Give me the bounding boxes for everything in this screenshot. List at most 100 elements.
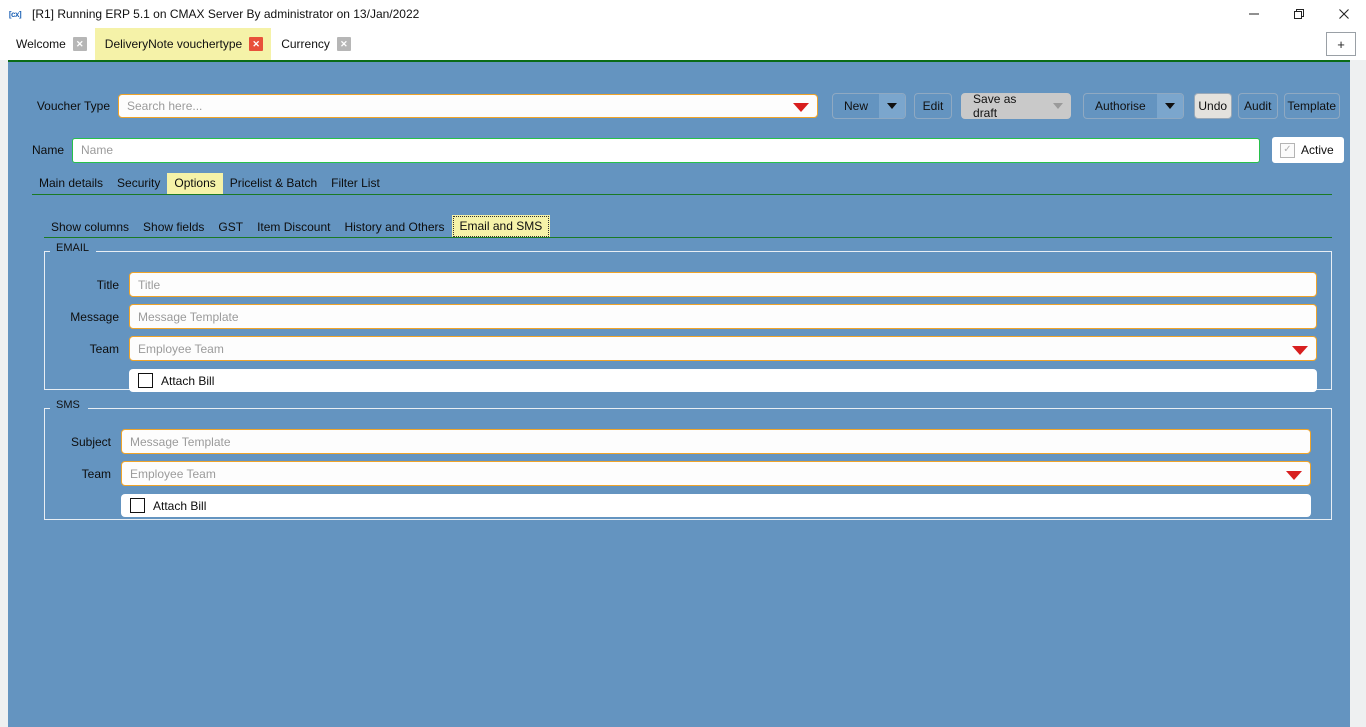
new-split-button[interactable]: New (832, 93, 906, 119)
close-icon[interactable] (1321, 0, 1366, 28)
chevron-down-icon[interactable] (793, 103, 809, 112)
sms-subject-label: Subject (45, 435, 111, 449)
tab-history-and-others[interactable]: History and Others (337, 217, 451, 238)
authorise-split-button[interactable]: Authorise (1083, 93, 1184, 119)
name-input[interactable]: Name (72, 138, 1260, 163)
email-message-row: Message Message Template (45, 304, 1331, 329)
email-team-row: Team Employee Team (45, 336, 1331, 361)
sms-group-box: SMS Subject Message Template Team Employ… (44, 408, 1332, 520)
sms-attach-bill-label: Attach Bill (153, 499, 206, 513)
sms-attach-row: Attach Bill (121, 494, 1311, 517)
doc-tab-label: Welcome (16, 37, 66, 51)
voucher-type-placeholder: Search here... (127, 99, 202, 113)
email-attach-bill-row[interactable]: Attach Bill (129, 369, 1317, 392)
group-border-left (45, 408, 50, 409)
maximize-icon[interactable] (1276, 0, 1321, 28)
add-tab-button[interactable]: + (1326, 32, 1356, 56)
document-tab-strip: Welcome ✕ DeliveryNote vouchertype ✕ Cur… (0, 28, 1366, 60)
voucher-type-form: Voucher Type Search here... New Edit Sav… (8, 60, 1350, 727)
email-title-row: Title Title (45, 272, 1331, 297)
group-border-right (88, 408, 1331, 409)
tab-item-discount[interactable]: Item Discount (250, 217, 337, 238)
doc-tab-welcome[interactable]: Welcome ✕ (6, 28, 95, 60)
email-attach-bill-checkbox[interactable] (138, 373, 153, 388)
email-message-placeholder: Message Template (138, 310, 239, 324)
active-label: Active (1301, 143, 1334, 157)
doc-tab-label: DeliveryNote vouchertype (105, 37, 242, 51)
close-icon[interactable]: ✕ (249, 37, 263, 51)
chevron-down-icon[interactable] (1292, 346, 1308, 355)
title-bar: [cx] [R1] Running ERP 5.1 on CMAX Server… (0, 0, 1366, 28)
chevron-down-icon[interactable] (879, 94, 905, 118)
left-margin-strip (0, 60, 8, 727)
secondary-tab-separator (44, 237, 1332, 238)
email-message-input[interactable]: Message Template (129, 304, 1317, 329)
close-icon[interactable]: ✕ (73, 37, 87, 51)
doc-tab-label: Currency (281, 37, 330, 51)
window-controls (1231, 0, 1366, 28)
email-attach-bill-label: Attach Bill (161, 374, 214, 388)
chevron-down-icon (1047, 94, 1070, 118)
sms-team-row: Team Employee Team (45, 461, 1331, 486)
active-checkbox-row[interactable]: ✓ Active (1272, 137, 1344, 163)
email-team-label: Team (45, 342, 119, 356)
right-margin-strip (1350, 60, 1366, 727)
voucher-type-row: Voucher Type Search here... New Edit Sav… (8, 91, 1340, 121)
sms-team-select[interactable]: Employee Team (121, 461, 1311, 486)
close-icon[interactable]: ✕ (337, 37, 351, 51)
email-team-select[interactable]: Employee Team (129, 336, 1317, 361)
secondary-tab-row: Show columns Show fields GST Item Discou… (44, 215, 550, 238)
voucher-type-label: Voucher Type (8, 99, 118, 113)
email-group-box: EMAIL Title Title Message Message Templa… (44, 251, 1332, 390)
undo-button[interactable]: Undo (1194, 93, 1232, 119)
name-placeholder: Name (81, 143, 113, 157)
tab-main-details[interactable]: Main details (32, 173, 110, 194)
email-team-placeholder: Employee Team (138, 342, 224, 356)
email-title-label: Title (45, 278, 119, 292)
save-as-draft-split-button: Save as draft (961, 93, 1071, 119)
sms-subject-row: Subject Message Template (45, 429, 1331, 454)
new-button-label: New (833, 94, 879, 118)
tab-filter-list[interactable]: Filter List (324, 173, 387, 194)
chevron-down-icon[interactable] (1157, 94, 1183, 118)
sms-subject-placeholder: Message Template (130, 435, 231, 449)
tab-pricelist-and-batch[interactable]: Pricelist & Batch (223, 173, 324, 194)
email-message-label: Message (45, 310, 119, 324)
email-attach-row: Attach Bill (129, 369, 1317, 392)
name-row: Name Name ✓ Active (8, 135, 1344, 165)
doc-tab-currency[interactable]: Currency ✕ (271, 28, 359, 60)
tab-gst[interactable]: GST (211, 217, 250, 238)
audit-button[interactable]: Audit (1238, 93, 1278, 119)
edit-button[interactable]: Edit (914, 93, 952, 119)
tab-show-fields[interactable]: Show fields (136, 217, 211, 238)
name-label: Name (8, 143, 72, 157)
sms-attach-bill-checkbox[interactable] (130, 498, 145, 513)
add-tab-wrapper: + (1326, 32, 1356, 56)
save-as-draft-label: Save as draft (962, 94, 1047, 118)
minimize-icon[interactable] (1231, 0, 1276, 28)
group-border-right (96, 251, 1331, 252)
group-border-left (45, 251, 50, 252)
tab-security[interactable]: Security (110, 173, 167, 194)
voucher-type-search-input[interactable]: Search here... (118, 94, 818, 118)
doc-tab-deliverynote-vouchertype[interactable]: DeliveryNote vouchertype ✕ (95, 28, 271, 60)
authorise-button-label: Authorise (1084, 94, 1157, 118)
tab-show-columns[interactable]: Show columns (44, 217, 136, 238)
window-title: [R1] Running ERP 5.1 on CMAX Server By a… (32, 7, 419, 21)
email-title-placeholder: Title (138, 278, 160, 292)
sms-attach-bill-row[interactable]: Attach Bill (121, 494, 1311, 517)
sms-team-placeholder: Employee Team (130, 467, 216, 481)
primary-tab-separator (32, 194, 1332, 195)
sms-team-label: Team (45, 467, 111, 481)
tab-email-and-sms[interactable]: Email and SMS (452, 215, 551, 238)
primary-tab-row: Main details Security Options Pricelist … (32, 173, 387, 194)
template-button[interactable]: Template (1284, 93, 1340, 119)
cmax-app-icon: [cx] (7, 7, 23, 21)
email-group-caption: EMAIL (52, 243, 93, 254)
top-accent-line (8, 60, 1350, 62)
email-title-input[interactable]: Title (129, 272, 1317, 297)
sms-subject-input[interactable]: Message Template (121, 429, 1311, 454)
tab-options[interactable]: Options (167, 173, 222, 194)
chevron-down-icon[interactable] (1286, 471, 1302, 480)
active-checkbox[interactable]: ✓ (1280, 143, 1295, 158)
